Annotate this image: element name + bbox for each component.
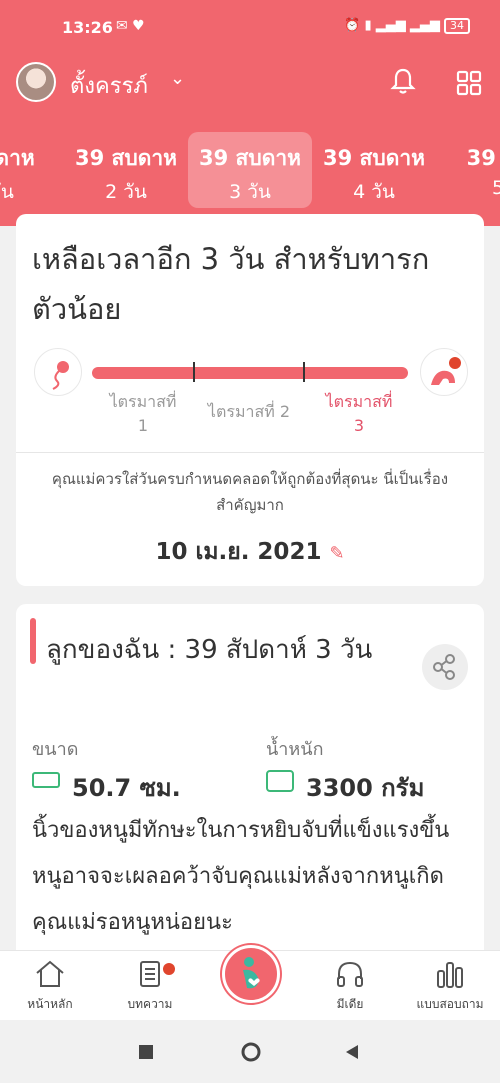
week-tab-5[interactable]: 39 สบ 5 bbox=[436, 132, 500, 208]
notification-icons: ✉ ♥ bbox=[116, 18, 145, 34]
baby-description: นิ้วของหนูมีทักษะในการหยิบจับที่แข็งแรงข… bbox=[32, 818, 450, 935]
countdown-card: เหลือเวลาอีก 3 วัน สำหรับทารกตัวน้อย ไตร… bbox=[16, 214, 484, 586]
headphones-icon bbox=[337, 961, 363, 987]
week-tab-3-selected[interactable]: 39 สบดาห 3 วัน bbox=[188, 132, 312, 208]
nav-survey-label: แบบสอบถาม bbox=[416, 997, 484, 1011]
week-tab-day: 3 วัน bbox=[229, 181, 271, 203]
status-bar: 13:26 ✉ ♥ ⏰ ▮ ▂▄▆ ▂▄▆ 34 bbox=[0, 0, 500, 56]
week-tab-label: 39 สบดาห bbox=[75, 146, 177, 170]
week-tab-4[interactable]: 39 สบดาห 4 วัน bbox=[312, 132, 436, 208]
week-tab-label: 39 สบ bbox=[466, 146, 500, 170]
trimester-number: 3 bbox=[353, 416, 365, 435]
week-tab-day: 2 วัน bbox=[105, 181, 147, 203]
profile-row: ตั้งครรภ์ ⌄ bbox=[0, 58, 500, 108]
system-icons: ⏰ ▮ ▂▄▆ ▂▄▆ 34 bbox=[344, 18, 470, 34]
ruler-icon bbox=[32, 772, 60, 788]
week-tab-label: 39 สบดาห bbox=[323, 146, 425, 170]
week-tab-1[interactable]: สบดาห วัน bbox=[0, 132, 64, 208]
week-tab-2[interactable]: 39 สบดาห 2 วัน bbox=[64, 132, 188, 208]
pregnancy-center-button[interactable] bbox=[222, 945, 280, 1003]
nav-media-label: มีเดีย bbox=[336, 997, 364, 1011]
profile-name[interactable]: ตั้งครรภ์ bbox=[70, 68, 148, 103]
bar-chart-icon bbox=[437, 962, 463, 988]
divider bbox=[16, 452, 484, 453]
week-tab-label: สบดาห bbox=[0, 146, 35, 170]
battery-icon: 34 bbox=[444, 18, 470, 34]
pregnancy-progress-bar bbox=[92, 367, 408, 379]
nav-articles[interactable]: บทความ bbox=[105, 959, 195, 1014]
week-selector: สบดาห วัน 39 สบดาห 2 วัน 39 สบดาห 3 วัน … bbox=[0, 132, 500, 210]
week-tab-day: วัน bbox=[0, 181, 14, 203]
trimester-timeline: ไตรมาสที่ 1 ไตรมาสที่ 2 ไตรมาสที่ 3 bbox=[16, 334, 484, 444]
week-tab-day: 5 bbox=[491, 177, 500, 199]
trimester-label: ไตรมาสที่ bbox=[109, 392, 177, 411]
week-tab-day: 4 วัน bbox=[353, 181, 395, 203]
nav-home-label: หน้าหลัก bbox=[27, 997, 73, 1011]
avatar[interactable] bbox=[16, 62, 56, 102]
due-date-value: 10 เม.ย. 2021 bbox=[155, 539, 322, 565]
nav-survey[interactable]: แบบสอบถาม bbox=[405, 959, 495, 1014]
baby-info-card: ลูกของฉัน : 39 สัปดาห์ 3 วัน ขนาด น้ำหนั… bbox=[16, 604, 484, 984]
weight-value: 3300 กรัม bbox=[306, 774, 425, 802]
trimester-label: ไตรมาสที่ bbox=[325, 392, 393, 411]
baby-icon bbox=[420, 348, 468, 396]
home-icon bbox=[36, 960, 64, 987]
size-label: ขนาด bbox=[32, 739, 79, 760]
share-icon[interactable] bbox=[422, 644, 468, 690]
trimester-divider bbox=[193, 362, 195, 382]
article-icon bbox=[140, 961, 160, 987]
scale-icon bbox=[266, 770, 294, 792]
due-date[interactable]: 10 เม.ย. 2021 ✎ bbox=[16, 534, 484, 570]
nav-home[interactable]: หน้าหลัก bbox=[5, 959, 95, 1014]
home-circle-icon[interactable] bbox=[240, 1041, 262, 1063]
countdown-title: เหลือเวลาอีก 3 วัน สำหรับทารกตัวน้อย bbox=[32, 242, 430, 326]
app-header: 13:26 ✉ ♥ ⏰ ▮ ▂▄▆ ▂▄▆ 34 ตั้งครรภ์ ⌄ สบด… bbox=[0, 0, 500, 226]
week-tab-label: 39 สบดาห bbox=[199, 146, 301, 170]
trimester-3-label: ไตรมาสที่ 3 bbox=[304, 390, 414, 438]
bottom-navigation: หน้าหลัก บทความ มีเดีย แบบสอบถาม bbox=[0, 945, 500, 1020]
status-time: 13:26 bbox=[62, 18, 113, 37]
chevron-down-icon[interactable]: ⌄ bbox=[170, 68, 185, 89]
bell-icon[interactable] bbox=[388, 66, 418, 96]
sperm-icon bbox=[34, 348, 82, 396]
size-value: 50.7 ซม. bbox=[72, 774, 181, 802]
pregnant-woman-icon bbox=[243, 957, 260, 989]
notification-badge bbox=[163, 963, 175, 975]
weight-label: น้ำหนัก bbox=[266, 739, 324, 760]
trimester-2-label: ไตรมาสที่ 2 bbox=[194, 400, 304, 424]
baby-title: ลูกของฉัน : 39 สัปดาห์ 3 วัน bbox=[46, 635, 373, 665]
accent-bar bbox=[30, 618, 36, 664]
nav-articles-label: บทความ bbox=[127, 997, 173, 1011]
system-navigation-bar bbox=[0, 1020, 500, 1083]
grid-menu-icon[interactable] bbox=[456, 70, 482, 96]
due-date-note: คุณแม่ควรใส่วันครบกำหนดคลอดให้ถูกต้องที่… bbox=[51, 470, 449, 514]
pencil-icon[interactable]: ✎ bbox=[329, 543, 344, 564]
back-icon[interactable] bbox=[344, 1044, 360, 1060]
trimester-1-label: ไตรมาสที่ 1 bbox=[88, 390, 198, 438]
nav-media[interactable]: มีเดีย bbox=[305, 959, 395, 1014]
recent-apps-icon[interactable] bbox=[138, 1044, 154, 1060]
trimester-label: ไตรมาสที่ 2 bbox=[207, 402, 291, 421]
trimester-number: 1 bbox=[137, 416, 149, 435]
trimester-divider bbox=[303, 362, 305, 382]
